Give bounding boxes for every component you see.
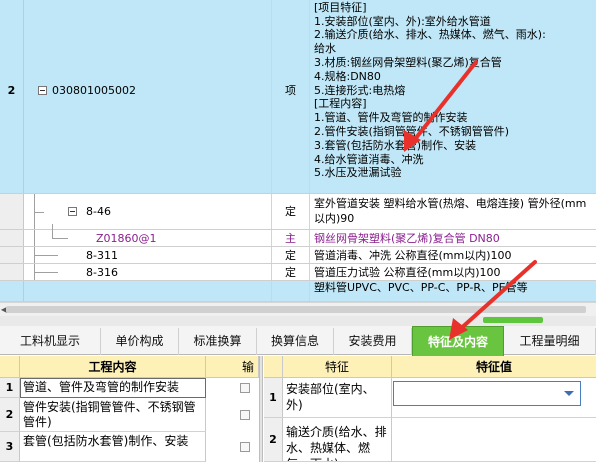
item-code-cell[interactable]: 030801005002 [24,0,272,193]
tree-line [52,238,68,239]
work-content-header: 工程内容 [20,356,206,378]
tab-standard-conversion[interactable]: 标准换算 [179,328,257,355]
work-content-cell[interactable]: 管道、管件及弯管的制作安装 [20,378,206,398]
tree-line [34,255,58,256]
feature-value-cell[interactable] [392,378,596,418]
description-line: 3.材质:钢丝网骨架塑料(聚乙烯)复合管 [314,55,502,69]
tree-line [34,212,44,213]
quota-code-cell[interactable]: 8-46 [24,194,272,229]
output-checkbox[interactable] [240,410,250,420]
collapse-icon[interactable] [68,207,77,216]
tree-line [52,224,53,238]
quota-code-cell[interactable]: 8-311 [24,247,272,263]
tab-conversion-info[interactable]: 换算信息 [257,328,334,355]
dropdown-arrow-icon[interactable] [564,391,574,396]
panel-vertical-splitter[interactable] [259,356,263,462]
bill-grid: 2 030801005002 项 塑料管UPVC、PVC、PP-C、PP-R、P… [0,0,596,302]
quota-row[interactable]: 8-46 定 室外管道安装 塑料给水管(热熔、电熔连接) 管外径(mm以内)90 [0,194,596,230]
description-line: 4.规格:DN80 [314,69,381,83]
description-line: [项目特征] [314,0,367,14]
bill-item-row[interactable]: 塑料管UPVC、PVC、PP-C、PP-R、PE管等 [0,281,596,302]
tab-install-fee[interactable]: 安装费用 [334,328,412,355]
output-checkbox[interactable] [240,383,250,393]
row-number-blank [0,264,24,280]
tab-unit-price[interactable]: 单价构成 [101,328,179,355]
quota-description: 室外管道安装 塑料给水管(热熔、电熔连接) 管外径(mm以内)90 [314,197,587,225]
description-line: 4.给水管道消毒、冲洗 [314,152,424,166]
row-number-blank [0,230,24,246]
material-row[interactable]: Z01860@1 主 钢丝网骨架塑料(聚乙烯)复合管 DN80 [0,230,596,247]
description-line: 5.水压及泄漏试验 [314,166,402,180]
description-line: 2.管件安装(指铜管管件、不锈钢管管件) [314,124,510,138]
description-line: 2.输送介质(给水、排水、热媒体、燃气、雨水): [314,28,546,42]
description-line: [工程内容] [314,97,367,111]
item-unit: 项 [272,0,310,193]
material-unit: 主 [272,230,310,246]
row-number: 2 [264,418,283,462]
bill-item-row[interactable]: 2 030801005002 项 塑料管UPVC、PVC、PP-C、PP-R、P… [0,0,596,194]
row-number: 3 [0,432,20,462]
splitter-grip[interactable] [483,317,543,323]
feature-name-cell: 安装部位(室内、外) [283,378,392,418]
quota-unit: 定 [272,264,310,280]
quota-unit: 定 [272,194,310,229]
quota-unit: 定 [272,247,310,263]
row-number-blank [0,281,24,301]
scroll-thumb[interactable] [6,306,586,313]
tab-features-content[interactable]: 特征及内容 [412,326,504,356]
material-code: Z01860@1 [96,232,157,245]
material-description: 钢丝网骨架塑料(聚乙烯)复合管 DN80 [314,232,500,245]
quota-code: 8-311 [86,249,118,262]
features-panel: 工程内容 输 1 管道、管件及弯管的制作安装 2 管件安装(指铜管管件、不锈钢管… [0,356,596,462]
description-line: 1.安装部位(室内、外):室外给水管道 [314,14,491,28]
row-number: 2 [0,0,24,193]
quota-code-cell[interactable]: 8-316 [24,264,272,280]
row-number-blank [0,194,24,229]
item-code-cell[interactable] [24,281,272,301]
feature-name-header: 特征 [283,356,392,378]
item-unit [272,281,310,301]
detail-tabs: 工料机显示 单价构成 标准换算 换算信息 安装费用 特征及内容 工程量明细 [0,326,596,356]
feature-value-header: 特征值 [392,356,596,378]
row-number: 2 [0,398,20,432]
feature-value-dropdown[interactable] [393,381,581,406]
feature-value-cell[interactable] [392,418,596,462]
quota-description: 管道压力试验 公称直径(mm以内)100 [314,266,501,279]
quota-row[interactable]: 8-316 定 管道压力试验 公称直径(mm以内)100 [0,264,596,281]
quota-code: 8-46 [86,205,111,218]
item-description[interactable]: 塑料管UPVC、PVC、PP-C、PP-R、PE管等[项目特征]1.安装部位(室… [310,0,596,193]
output-checkbox[interactable] [240,442,250,452]
feature-header-blank [264,356,283,378]
tab-labor-material[interactable]: 工料机显示 [0,328,101,355]
panel-splitter[interactable] [0,316,596,326]
row-number-blank [0,247,24,263]
description-line: 1.管道、管件及弯管的制作安装 [314,111,468,125]
work-content-cell[interactable]: 套管(包括防水套管)制作、安装 [20,432,206,462]
quota-row[interactable]: 8-311 定 管道消毒、冲洗 公称直径(mm以内)100 [0,247,596,264]
row-number: 1 [264,378,283,418]
tab-quantity-detail[interactable]: 工程量明细 [504,328,596,355]
tree-line [34,272,58,273]
work-content-header [0,356,20,378]
quota-code: 8-316 [86,266,118,279]
row-number: 1 [0,378,20,398]
work-content-cell[interactable]: 管件安装(指铜管管件、不锈钢管管件) [20,398,206,432]
quota-description: 管道消毒、冲洗 公称直径(mm以内)100 [314,249,512,262]
description-line: 3.套管(包括防水套管)制作、安装 [314,138,477,152]
collapse-icon[interactable] [38,85,47,95]
feature-name-cell: 输送介质(给水、排水、热媒体、燃气、雨水) [283,418,392,462]
output-column-header: 输 [206,356,259,378]
description-line: 给水 [314,42,336,56]
item-description: 塑料管UPVC、PVC、PP-C、PP-R、PE管等 [314,281,528,294]
horizontal-scrollbar[interactable]: ◀ [0,302,596,316]
item-code: 030801005002 [52,83,136,97]
description-line: 5.连接形式:电热熔 [314,83,406,97]
